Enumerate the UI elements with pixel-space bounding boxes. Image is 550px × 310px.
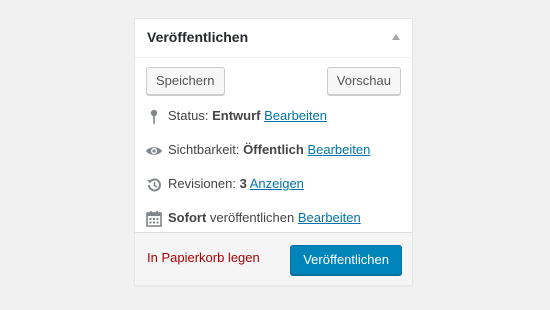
publish-box: Veröffentlichen Speichern Vorschau Statu…	[134, 18, 413, 286]
status-label: Status:	[168, 108, 209, 123]
status-row: Status: Entwurf Bearbeiten	[145, 106, 327, 126]
schedule-label: veröffentlichen	[209, 210, 295, 225]
visibility-row: Sichtbarkeit: Öffentlich Bearbeiten	[145, 140, 370, 160]
revisions-row: Revisionen: 3 Anzeigen	[145, 174, 304, 194]
schedule-row: Sofort veröffentlichen Bearbeiten	[145, 208, 361, 228]
preview-button[interactable]: Vorschau	[326, 67, 401, 95]
edit-schedule-link[interactable]: Bearbeiten	[298, 210, 361, 225]
revisions-count: 3	[239, 176, 247, 191]
save-draft-button[interactable]: Speichern	[146, 67, 225, 95]
publish-box-title: Veröffentlichen	[147, 29, 249, 45]
edit-status-link[interactable]: Bearbeiten	[264, 108, 327, 123]
schedule-value: Sofort	[168, 210, 207, 225]
visibility-label: Sichtbarkeit:	[168, 142, 240, 157]
publish-box-footer: In Papierkorb legen Veröffentlichen	[135, 232, 412, 285]
calendar-icon	[145, 210, 163, 228]
eye-icon	[145, 142, 163, 160]
browse-revisions-link[interactable]: Anzeigen	[250, 176, 304, 191]
publish-box-header: Veröffentlichen	[135, 19, 412, 58]
revisions-label: Revisionen:	[168, 176, 236, 191]
edit-visibility-link[interactable]: Bearbeiten	[307, 142, 370, 157]
publish-button[interactable]: Veröffentlichen	[290, 245, 402, 275]
visibility-value: Öffentlich	[243, 142, 304, 157]
status-value: Entwurf	[212, 108, 261, 123]
pin-icon	[145, 108, 163, 126]
move-to-trash-link[interactable]: In Papierkorb legen	[147, 250, 260, 265]
collapse-toggle-icon[interactable]	[392, 34, 400, 40]
history-icon	[145, 176, 163, 194]
